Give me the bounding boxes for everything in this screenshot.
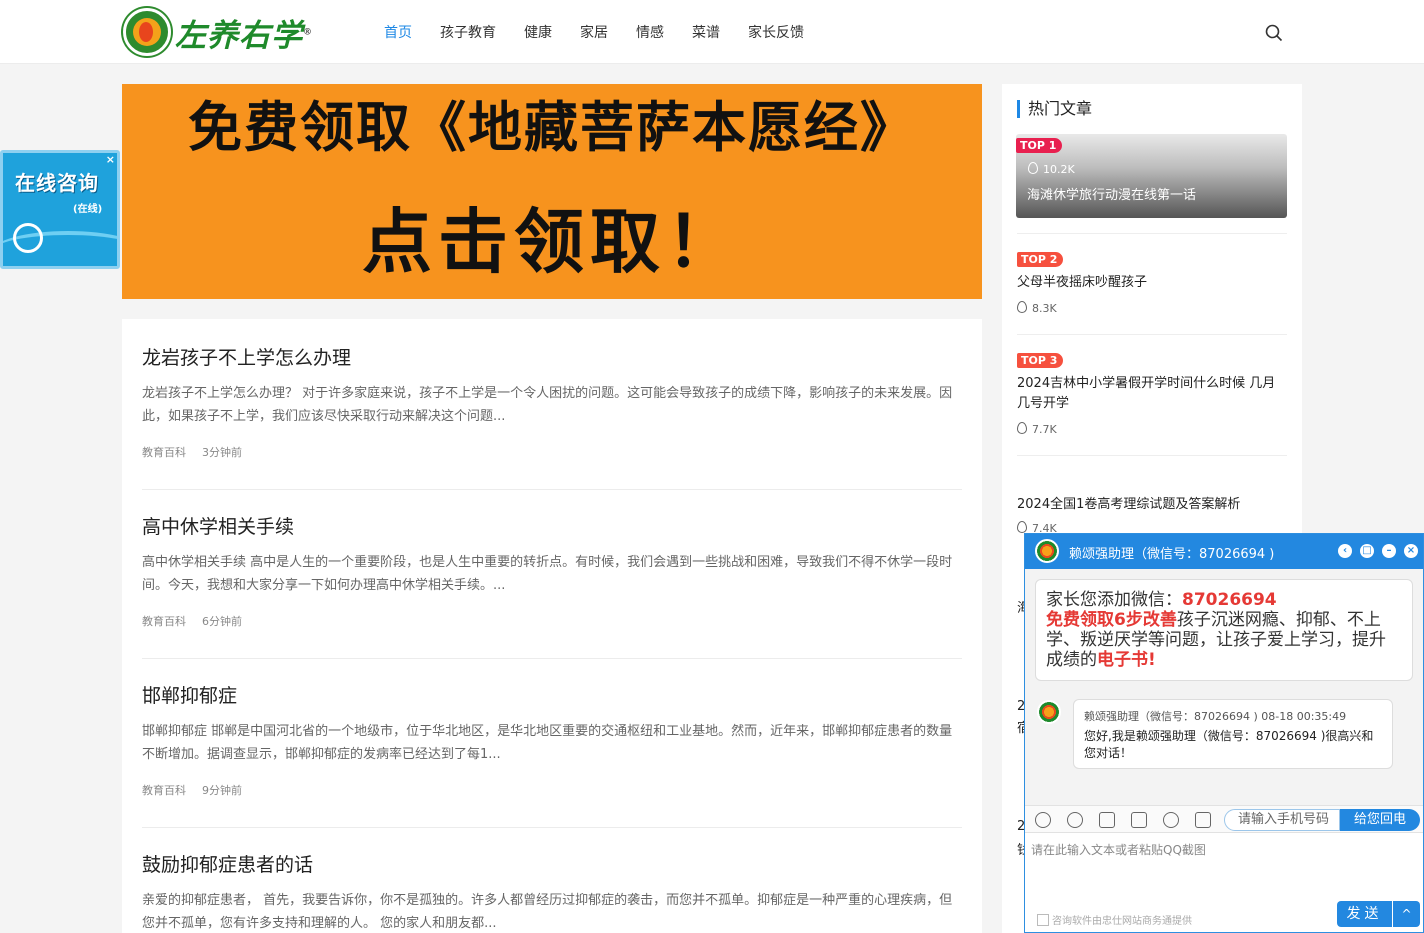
post-excerpt: 亲爱的抑郁症患者， 首先，我要告诉你，你不是孤独的。许多人都曾经历过抑郁症的袭击…: [142, 893, 953, 931]
view-count: 7.7K: [1017, 422, 1287, 436]
post-meta: 教育百科 3分钟前: [142, 444, 962, 460]
nav-recipes[interactable]: 菜谱: [692, 22, 720, 42]
post-excerpt: 邯郸抑郁症 邯郸是中国河北省的一个地级市，位于华北地区，是华北地区重要的交通枢纽…: [142, 724, 953, 762]
flame-icon: [1017, 301, 1027, 313]
nav-health[interactable]: 健康: [524, 22, 552, 42]
message-body: 您好,我是赖颂强助理（微信号：87026694 )很高兴和您对话！: [1084, 729, 1374, 760]
consult-close-icon[interactable]: ×: [106, 153, 115, 166]
post-title[interactable]: 高中休学相关手续: [142, 512, 962, 539]
chat-header[interactable]: 赖颂强助理（微信号：87026694 ) ‹ □ – ×: [1025, 534, 1423, 569]
chat-toolbar: 请输入手机号码 给您回电: [1025, 805, 1423, 833]
hot-article-2[interactable]: TOP 2 父母半夜摇床吵醒孩子 8.3K: [1017, 248, 1287, 315]
chat-footer: 咨询软件由忠仕网站商务通提供: [1037, 912, 1192, 927]
hot-article-title[interactable]: 2024吉林中小学暑假开学时间什么时候 几月几号开学: [1017, 374, 1287, 414]
chat-greeting-message: 家长您添加微信：87026694 免费领取6步改善孩子沉迷网瘾、抑郁、不上学、叛逆…: [1035, 579, 1413, 681]
flame-icon: [1017, 422, 1027, 434]
online-consult-widget[interactable]: × 在线咨询 (在线): [0, 150, 120, 269]
image-icon[interactable]: [1099, 812, 1115, 828]
send-button[interactable]: 发送: [1337, 901, 1392, 927]
post-time: 3分钟前: [202, 446, 242, 459]
maximize-icon[interactable]: □: [1360, 544, 1374, 558]
phone-number-input[interactable]: 请输入手机号码: [1224, 809, 1340, 831]
post-time: 9分钟前: [202, 784, 242, 797]
rank-badge: TOP 3: [1017, 353, 1064, 368]
hot-article-title: 海滩休学旅行动漫在线第一话: [1027, 188, 1197, 203]
divider: [1017, 233, 1287, 234]
post-item: 高中休学相关手续 高中休学相关手续 高中是人生的一个重要阶段，也是人生中重要的转…: [142, 512, 962, 659]
emoji-icon[interactable]: [1035, 812, 1051, 828]
nav-child-education[interactable]: 孩子教育: [440, 22, 496, 42]
close-icon[interactable]: ×: [1404, 544, 1418, 558]
chat-widget: 赖颂强助理（微信号：87026694 ) ‹ □ – × 家长您添加微信：870…: [1024, 533, 1424, 933]
post-item: 鼓励抑郁症患者的话 亲爱的抑郁症患者， 首先，我要告诉你，你不是孤独的。许多人都…: [142, 850, 962, 933]
minimize-icon[interactable]: –: [1382, 544, 1396, 558]
banner-line1: 免费领取《地藏菩萨本愿经》: [188, 96, 916, 159]
divider: [1017, 455, 1287, 456]
folder-icon[interactable]: [1131, 812, 1147, 828]
nav-home-living[interactable]: 家居: [580, 22, 608, 42]
nav-emotion[interactable]: 情感: [636, 22, 664, 42]
post-time: 6分钟前: [202, 615, 242, 628]
view-count: 8.3K: [1017, 301, 1287, 315]
main-nav: 首页 孩子教育 健康 家居 情感 菜谱 家长反馈: [384, 22, 832, 42]
chat-text-input[interactable]: 请在此输入文本或者粘贴QQ截图: [1031, 841, 1206, 858]
post-excerpt: 龙岩孩子不上学怎么办理？ 对于许多家庭来说，孩子不上学是一个令人困扰的问题。这可…: [142, 386, 953, 424]
hot-article-title[interactable]: 2024全国1卷高考理综试题及答案解析: [1017, 495, 1287, 515]
chat-message: 赖颂强助理（微信号：87026694 ) 08-18 00:35:49 您好,我…: [1073, 699, 1393, 769]
consult-status: (在线): [73, 204, 103, 215]
post-item: 邯郸抑郁症 邯郸抑郁症 邯郸是中国河北省的一个地级市，位于华北地区，是华北地区重…: [142, 681, 962, 828]
sidebar-title: 热门文章: [1017, 100, 1092, 118]
flame-icon: [1028, 162, 1038, 174]
hot-article-4[interactable]: 2024全国1卷高考理综试题及答案解析 7.4K: [1017, 489, 1287, 535]
post-category[interactable]: 教育百科: [142, 784, 186, 797]
logo-emblem-icon: [123, 8, 171, 56]
star-icon[interactable]: [1163, 812, 1179, 828]
provider-logo-icon: [1037, 914, 1049, 926]
logo-text: 左养右学®: [175, 17, 313, 54]
hot-article-title[interactable]: 父母半夜摇床吵醒孩子: [1017, 273, 1287, 293]
rank-badge: TOP 1: [1016, 138, 1063, 153]
send-options-button[interactable]: ^: [1393, 901, 1420, 927]
post-category[interactable]: 教育百科: [142, 446, 186, 459]
hot-article-3[interactable]: TOP 3 2024吉林中小学暑假开学时间什么时候 几月几号开学 7.7K: [1017, 349, 1287, 436]
post-title[interactable]: 邯郸抑郁症: [142, 681, 962, 708]
top-navbar: 左养右学® 首页 孩子教育 健康 家居 情感 菜谱 家长反馈: [0, 0, 1424, 64]
search-icon[interactable]: [1265, 24, 1283, 42]
assistant-avatar: [1035, 539, 1059, 563]
nav-home[interactable]: 首页: [384, 22, 412, 42]
post-title[interactable]: 鼓励抑郁症患者的话: [142, 850, 962, 877]
post-title[interactable]: 龙岩孩子不上学怎么办理: [142, 343, 962, 370]
message-header: 赖颂强助理（微信号：87026694 ) 08-18 00:35:49: [1084, 710, 1347, 723]
rank-badge: TOP 2: [1017, 252, 1064, 267]
chat-messages: 家长您添加微信：87026694 免费领取6步改善孩子沉迷网瘾、抑郁、不上学、叛逆…: [1025, 569, 1423, 805]
chat-title: 赖颂强助理（微信号：87026694 ): [1069, 547, 1275, 562]
post-excerpt: 高中休学相关手续 高中是人生的一个重要阶段，也是人生中重要的转折点。有时候，我们…: [142, 555, 953, 593]
divider: [1017, 334, 1287, 335]
promo-banner[interactable]: 免费领取《地藏菩萨本愿经》 点击领取！: [122, 84, 982, 299]
wechat-icon[interactable]: [1067, 812, 1083, 828]
flame-icon: [1017, 521, 1027, 533]
site-logo[interactable]: 左养右学®: [123, 8, 313, 56]
hot-article-1[interactable]: TOP 1 10.2K 海滩休学旅行动漫在线第一话: [1016, 134, 1287, 218]
nav-parent-feedback[interactable]: 家长反馈: [748, 22, 804, 42]
post-meta: 教育百科 9分钟前: [142, 782, 962, 798]
consult-title: 在线咨询: [15, 171, 99, 195]
view-count: 10.2K: [1028, 162, 1075, 176]
post-category[interactable]: 教育百科: [142, 615, 186, 628]
post-item: 龙岩孩子不上学怎么办理 龙岩孩子不上学怎么办理？ 对于许多家庭来说，孩子不上学是…: [142, 343, 962, 490]
phone-icon: [13, 223, 43, 253]
post-list: 龙岩孩子不上学怎么办理 龙岩孩子不上学怎么办理？ 对于许多家庭来说，孩子不上学是…: [122, 319, 982, 933]
save-icon[interactable]: [1195, 812, 1211, 828]
post-meta: 教育百科 6分钟前: [142, 613, 962, 629]
back-icon[interactable]: ‹: [1338, 544, 1352, 558]
banner-line2: 点击领取！: [362, 201, 742, 283]
callback-button[interactable]: 给您回电: [1340, 809, 1420, 831]
assistant-avatar: [1037, 700, 1061, 724]
